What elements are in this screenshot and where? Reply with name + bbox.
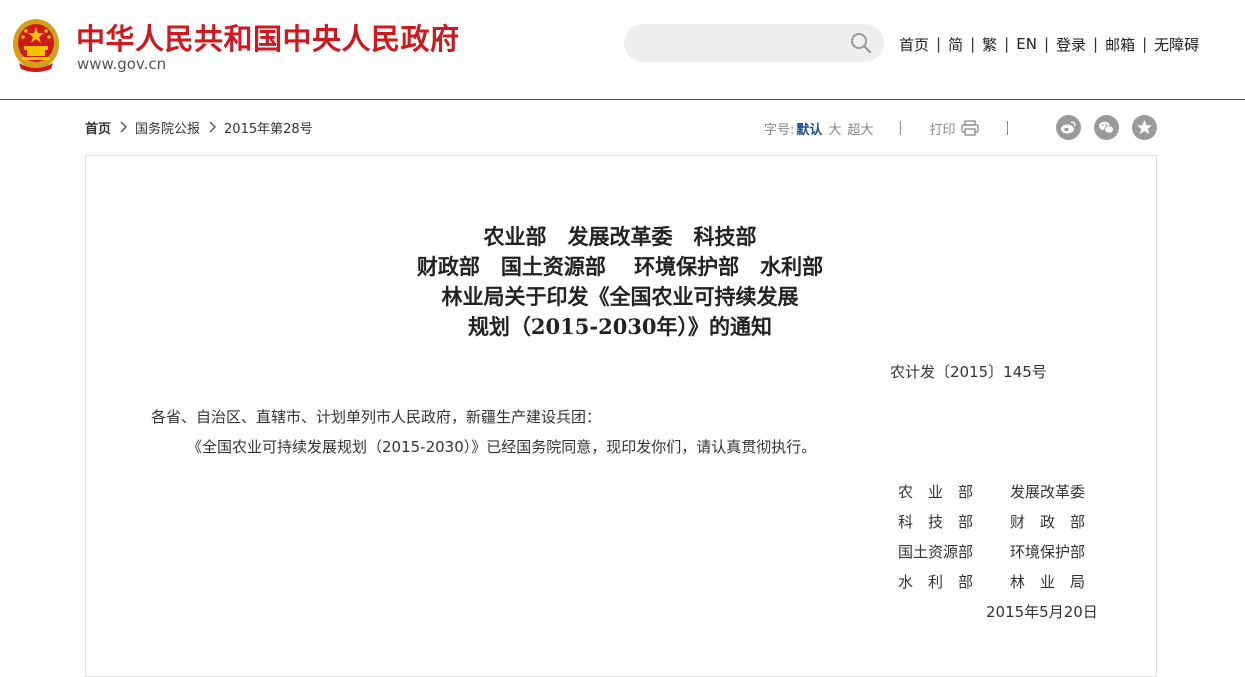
signatory: 国土资源部 — [898, 543, 974, 561]
nav-accessibility[interactable]: 无障碍 — [1154, 34, 1199, 55]
print-label: 打印 — [929, 122, 956, 138]
breadcrumb: 首页 国务院公报 2015年第28号 — [85, 118, 313, 137]
breadcrumb-gazette[interactable]: 国务院公报 — [135, 118, 200, 137]
nav-simplified[interactable]: 简 — [948, 34, 963, 55]
chevron-right-icon — [111, 121, 135, 135]
font-size-extra-large[interactable]: 超大 — [847, 119, 873, 138]
font-size-large[interactable]: 大 — [828, 119, 841, 138]
wechat-icon[interactable] — [1094, 115, 1119, 140]
font-size-label: 字号: — [764, 122, 795, 138]
divider — [1007, 121, 1009, 135]
site-domain: www.gov.cn — [77, 55, 167, 73]
nav-separator: | — [1093, 35, 1099, 53]
print-button[interactable]: 打印 — [929, 119, 980, 138]
divider — [900, 121, 902, 135]
nav-separator: | — [970, 35, 976, 53]
printer-icon — [961, 120, 980, 136]
addressee: 各省、自治区、直辖市、计划单列市人民政府，新疆生产建设兵团： — [151, 408, 602, 426]
document-number: 农计发〔2015〕145号 — [890, 363, 1047, 381]
signatory: 环境保护部 — [1010, 543, 1086, 561]
nav-english[interactable]: EN — [1016, 35, 1037, 53]
breadcrumb-home[interactable]: 首页 — [85, 118, 111, 137]
site-header: 中华人民共和国中央人民政府 www.gov.cn 首页 | 简 | 繁 | EN… — [0, 0, 1245, 100]
title-line: 规划（2015-2030年）》的通知 — [467, 314, 773, 339]
nav-separator: | — [1142, 35, 1148, 53]
top-nav: 首页 | 简 | 繁 | EN | 登录 | 邮箱 | 无障碍 — [899, 33, 1199, 55]
favorite-star-icon[interactable] — [1132, 115, 1157, 140]
body-paragraph: 《全国农业可持续发展规划（2015-2030）》已经国务院同意，现印发你们，请认… — [187, 438, 817, 456]
weibo-icon[interactable] — [1056, 115, 1081, 140]
signatory: 农 业 部 — [898, 483, 974, 501]
document-title: 农业部 发展改革委 科技部 财政部 国土资源部 环境保护部 水利部 林业局关于印… — [0, 222, 1240, 342]
title-line: 财政部 国土资源部 环境保护部 水利部 — [416, 254, 824, 279]
site-title[interactable]: 中华人民共和国中央人民政府 — [76, 16, 460, 58]
search-icon[interactable] — [850, 32, 872, 54]
nav-mailbox[interactable]: 邮箱 — [1105, 34, 1135, 55]
nav-home[interactable]: 首页 — [899, 34, 929, 55]
search-input[interactable] — [640, 32, 844, 56]
nav-traditional[interactable]: 繁 — [982, 34, 997, 55]
nav-separator: | — [1043, 35, 1049, 53]
national-emblem-icon[interactable] — [11, 17, 61, 73]
signatory: 财 政 部 — [1010, 513, 1086, 531]
breadcrumb-issue[interactable]: 2015年第28号 — [224, 118, 313, 137]
signatory: 林 业 局 — [1010, 573, 1086, 591]
signature-date: 2015年5月20日 — [986, 603, 1098, 621]
title-line: 林业局关于印发《全国农业可持续发展 — [441, 284, 799, 309]
nav-login[interactable]: 登录 — [1056, 34, 1086, 55]
font-size-default[interactable]: 默认 — [796, 119, 822, 138]
nav-separator: | — [936, 35, 942, 53]
nav-separator: | — [1004, 35, 1010, 53]
chevron-right-icon — [200, 121, 224, 135]
signatory: 水 利 部 — [898, 573, 974, 591]
signatory: 科 技 部 — [898, 513, 974, 531]
article-toolbar: 字号: 默认 大 超大 打印 — [764, 115, 1009, 141]
search-box — [624, 24, 884, 62]
signatory: 发展改革委 — [1010, 483, 1086, 501]
title-line: 农业部 发展改革委 科技部 — [483, 224, 757, 249]
